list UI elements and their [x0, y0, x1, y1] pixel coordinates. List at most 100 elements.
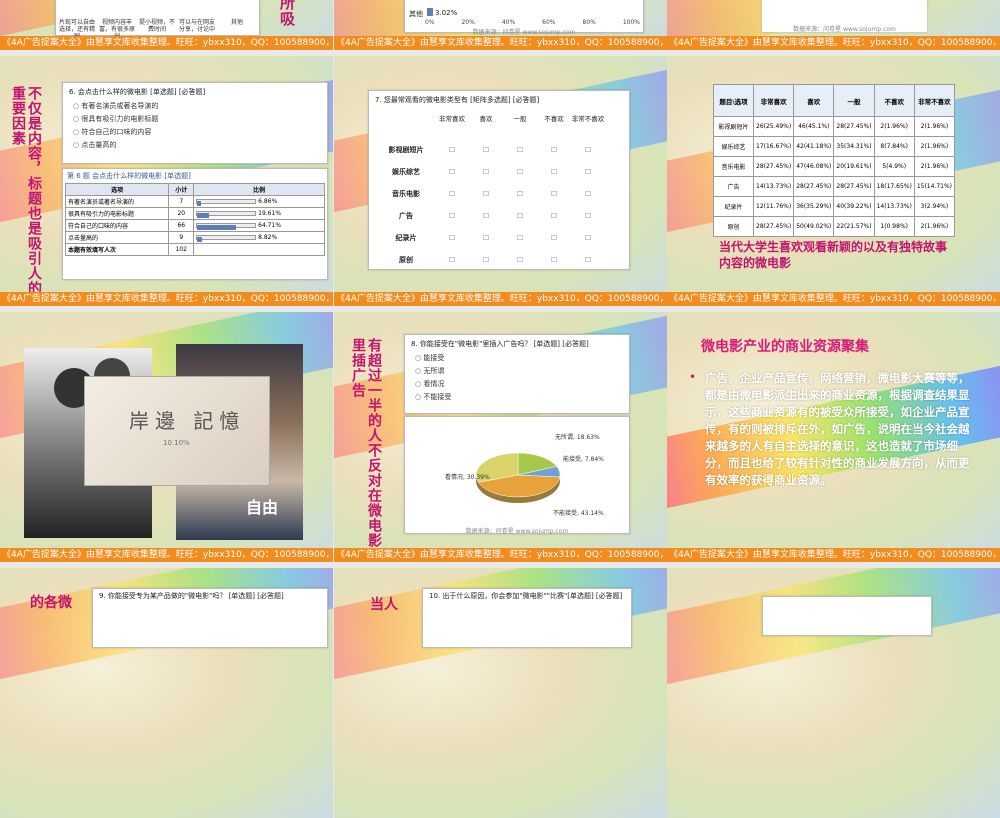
slide-2[interactable]: 其他 3.02% 0% 20% 40% 60% 80% 100% 数据来源：问卷星 www… — [334, 0, 667, 50]
column-header: 小计 — [168, 183, 195, 196]
matrix-checkbox[interactable]: ☐ — [469, 234, 503, 242]
side-caption: 不仅是内容，标题也是吸引人的重要因素 — [10, 86, 42, 296]
matrix-checkbox[interactable]: ☐ — [537, 168, 571, 176]
slide-5[interactable]: 7. 您最常观看的微电影类型有 [矩阵多选题] [必答题] 非常喜欢 喜欢 一般 不喜… — [334, 56, 667, 306]
slide-9[interactable]: 微电影产业的商业资源聚集 • 广告，企业产品宣传，网络营销，微电影大赛等等，都是… — [667, 312, 1000, 562]
value-cell: 28(27.45%) — [793, 176, 835, 197]
percent-value: 6.86% — [258, 198, 278, 205]
slide-6[interactable]: 题目\选项 非常喜欢 喜欢 一般 不喜欢 非常不喜欢 影视剧短片 26(25.49%) 46(… — [667, 56, 1000, 306]
slide-11[interactable]: 当人 10. 出于什么原因，你会参加"微电影""比赛"[单选题] [必答题] — [334, 568, 667, 818]
slide-grid: 片现可以自由选择，还有精剧视频内容丰富，有很多原创提小视频，不费时间可以与在网友… — [0, 0, 1000, 818]
chart-panel: 数据来源：问卷星 www.sojump.com — [762, 0, 927, 33]
matrix-checkbox[interactable]: ☐ — [537, 146, 571, 154]
column-header: 题目\选项 — [713, 84, 754, 117]
matrix-checkbox[interactable]: ☐ — [503, 168, 537, 176]
total-label: 本题有效填写人次 — [64, 243, 170, 256]
question-panel: 10. 出于什么原因，你会参加"微电影""比赛"[单选题] [必答题] — [422, 588, 632, 648]
column-header: 喜欢 — [793, 84, 835, 117]
footer: 《4A广告提案大全》由慧享文库收集整理。旺旺：ybxx310，QQ：100588… — [0, 36, 333, 50]
matrix-checkbox[interactable]: ☐ — [571, 256, 605, 264]
matrix-checkbox[interactable]: ☐ — [469, 190, 503, 198]
footer: 《4A广告提案大全》由慧享文库收集整理。旺旺：ybxx310，QQ：100588… — [0, 548, 333, 562]
slide-8[interactable]: 有超过一半的人不反对在微电影里插广告 8. 你能接受在"微电影"里插入广告吗？ … — [334, 312, 667, 562]
matrix-checkbox[interactable]: ☐ — [435, 212, 469, 220]
value-cell: 14(13.73%) — [752, 176, 795, 197]
bar — [427, 8, 433, 16]
footer: 《4A广告提案大全》由慧享文库收集整理。旺旺：ybxx310，QQ：100588… — [334, 292, 667, 306]
row-label-cell: 广告 — [713, 176, 754, 197]
value-cell: 5(4.9%) — [873, 156, 915, 177]
matrix-checkbox[interactable]: ☐ — [571, 212, 605, 220]
side-caption: 当人 — [370, 597, 398, 613]
matrix-checkbox[interactable]: ☐ — [469, 212, 503, 220]
radio-option[interactable]: 不能接受 — [415, 392, 629, 402]
matrix-checkbox[interactable]: ☐ — [503, 212, 537, 220]
matrix-checkbox[interactable]: ☐ — [469, 168, 503, 176]
radio-option[interactable]: 有著名演员或著名导演的 — [73, 101, 327, 111]
bar-chart-panel: 其他 3.02% 0% 20% 40% 60% 80% 100% 数据来源：问卷星 www… — [404, 0, 644, 36]
radio-option[interactable]: 能接受 — [415, 353, 629, 363]
matrix-checkbox[interactable]: ☐ — [503, 256, 537, 264]
matrix-checkbox[interactable]: ☐ — [435, 190, 469, 198]
matrix-checkbox[interactable]: ☐ — [435, 256, 469, 264]
row-label-cell: 原创 — [713, 216, 754, 237]
matrix-checkbox[interactable]: ☐ — [537, 190, 571, 198]
matrix-checkbox[interactable]: ☐ — [503, 234, 537, 242]
percent-value: 8.82% — [258, 234, 278, 241]
slide-12[interactable] — [667, 568, 1000, 818]
matrix-checkbox[interactable]: ☐ — [537, 234, 571, 242]
matrix-row: 纪录片 ☐ ☐ ☐ ☐ ☐ — [377, 227, 605, 249]
question-panel: 6. 会点击什么样的微电影 [单选题] [必答题] 有著名演员或著名导演的很具有… — [62, 82, 328, 164]
matrix-checkbox[interactable]: ☐ — [571, 146, 605, 154]
row-label-cell: 影视剧短片 — [713, 116, 754, 137]
column-header: 一般 — [833, 84, 875, 117]
matrix-checkbox[interactable]: ☐ — [571, 168, 605, 176]
percent-value: 19.61% — [258, 210, 282, 217]
matrix-checkbox[interactable]: ☐ — [469, 146, 503, 154]
matrix-question-panel: 7. 您最常观看的微电影类型有 [矩阵多选题] [必答题] 非常喜欢 喜欢 一般 不喜… — [368, 90, 630, 270]
value-cell: 28(27.45%) — [752, 216, 795, 237]
radio-option[interactable]: 无所谓 — [415, 366, 629, 376]
matrix-checkbox[interactable]: ☐ — [571, 190, 605, 198]
matrix-checkbox[interactable]: ☐ — [435, 168, 469, 176]
value-cell: 47(46.08%) — [793, 156, 835, 177]
radio-option[interactable]: 看情况 — [415, 379, 629, 389]
value-cell: 17(16.67%) — [752, 136, 795, 157]
question-title: 6. 会点击什么样的微电影 [单选题] [必答题] — [69, 88, 206, 96]
pie-label: 无所谓, 18.63% — [555, 433, 600, 441]
value-cell: 2(1.96%) — [873, 116, 915, 137]
pie-chart-panel: 无所谓, 18.63% 能接受, 7.84% 不能接受, 43.14% 看情况, 30… — [404, 416, 630, 535]
value-cell: 2(1.96%) — [913, 216, 956, 237]
slide-10[interactable]: 的各微 9. 你能接受专为某产品做的"微电影"吗？ [单选题] [必答题] — [0, 568, 333, 818]
table-row: 娱乐综艺 17(16.67%) 42(41.18%) 35(34.31%) 8(7.84… — [713, 136, 956, 157]
pie-label: 能接受, 7.84% — [563, 455, 604, 463]
value-cell: 8(7.84%) — [873, 136, 915, 157]
source-note: 数据来源：问卷星 www.sojump.com — [793, 26, 896, 33]
value-cell: 26(25.49%) — [752, 116, 795, 137]
table-row: 很具有吸引力的电影标题 20 19.61% — [64, 207, 325, 220]
pie-label: 不能接受, 43.14% — [553, 509, 604, 517]
matrix-checkbox[interactable]: ☐ — [571, 234, 605, 242]
radio-option[interactable]: 符合自己的口味的内容 — [73, 127, 327, 137]
value-cell: 1(0.98%) — [873, 216, 915, 237]
matrix-checkbox[interactable]: ☐ — [435, 234, 469, 242]
matrix-row: 原创 ☐ ☐ ☐ ☐ ☐ — [377, 249, 605, 271]
slide-7[interactable]: 自由 岸邊 記憶 10.10% 《4A广告提案大全》由慧享文库收集整理。旺旺：y… — [0, 312, 333, 562]
table-row: 有著名演员或著名导演的 7 6.86% — [64, 195, 325, 208]
slide-1[interactable]: 片现可以自由选择，还有精剧视频内容丰富，有很多原创提小视频，不费时间可以与在网友… — [0, 0, 333, 50]
matrix-checkbox[interactable]: ☐ — [503, 190, 537, 198]
matrix-checkbox[interactable]: ☐ — [503, 146, 537, 154]
radio-option[interactable]: 点击量高的 — [73, 140, 327, 150]
matrix-checkbox[interactable]: ☐ — [537, 212, 571, 220]
source-note: 数据来源：问卷星 www.sojump.com — [472, 29, 576, 36]
matrix-row: 影视剧短片 ☐ ☐ ☐ ☐ ☐ — [377, 139, 605, 161]
slide-4[interactable]: 不仅是内容，标题也是吸引人的重要因素 6. 会点击什么样的微电影 [单选题] [… — [0, 56, 333, 306]
matrix-checkbox[interactable]: ☐ — [469, 256, 503, 264]
radio-option[interactable]: 很具有吸引力的电影标题 — [73, 114, 327, 124]
matrix-checkbox[interactable]: ☐ — [537, 256, 571, 264]
percent-bar — [196, 223, 257, 230]
matrix-checkbox[interactable]: ☐ — [435, 146, 469, 154]
table-row: 原创 28(27.45%) 50(49.02%) 22(21.57%) 1(0.98%)… — [713, 216, 956, 237]
matrix-row-label: 音乐电影 — [392, 190, 420, 198]
slide-3[interactable]: 数据来源：问卷星 www.sojump.com 《4A广告提案大全》由慧享文库收… — [667, 0, 1000, 50]
